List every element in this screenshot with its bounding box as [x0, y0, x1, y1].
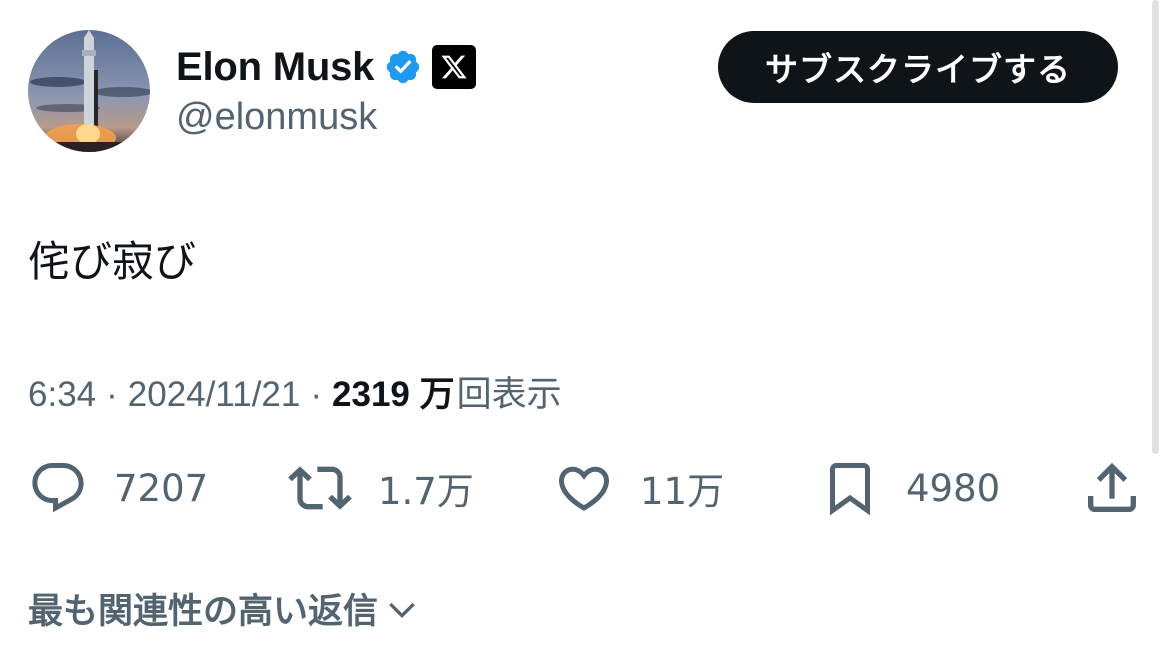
- bookmark-button[interactable]: 4980: [820, 452, 1000, 524]
- subscribe-button[interactable]: サブスクライブする: [718, 31, 1118, 103]
- retweet-count: 1.7万: [378, 470, 474, 513]
- reply-count: 7207: [114, 466, 209, 510]
- view-count[interactable]: 2319 万: [332, 366, 455, 417]
- verified-badge-icon[interactable]: [384, 48, 422, 86]
- retweet-icon: [288, 466, 352, 510]
- replies-sort-dropdown[interactable]: 最も関連性の高い返信: [28, 583, 422, 634]
- author-name-row: Elon Musk: [176, 42, 477, 92]
- retweet-button[interactable]: 1.7万: [288, 452, 474, 524]
- reply-icon: [32, 463, 84, 513]
- replies-sort-label: 最も関連性の高い返信: [28, 592, 379, 632]
- share-icon: [1088, 462, 1136, 512]
- tweet-date[interactable]: 2024/11/21: [128, 375, 301, 415]
- reply-button[interactable]: 7207: [28, 452, 208, 524]
- tweet-text: 侘び寂び: [28, 237, 197, 286]
- avatar[interactable]: [28, 30, 150, 152]
- bookmark-icon: [830, 463, 870, 516]
- action-bar: 7207 1.7万 11万 4980: [0, 452, 1170, 524]
- meta-separator: ·: [106, 375, 118, 414]
- bookmark-count: 4980: [906, 466, 1001, 510]
- meta-separator: ·: [310, 375, 323, 414]
- view-count-label: 回表示: [456, 375, 562, 415]
- scrollbar[interactable]: [1152, 0, 1159, 454]
- x-logo-icon[interactable]: [432, 45, 477, 89]
- like-count: 11万: [640, 470, 725, 513]
- like-button[interactable]: 11万: [554, 452, 724, 524]
- chevron-down-icon: [389, 602, 415, 618]
- heart-icon: [558, 466, 610, 511]
- share-button[interactable]: [1080, 452, 1144, 524]
- author-handle[interactable]: @elonmusk: [176, 96, 377, 139]
- tweet-time[interactable]: 6:34: [28, 375, 96, 415]
- author-name[interactable]: Elon Musk: [176, 45, 374, 90]
- tweet-meta: 6:34 · 2024/11/21 · 2319 万 回表示: [28, 366, 562, 417]
